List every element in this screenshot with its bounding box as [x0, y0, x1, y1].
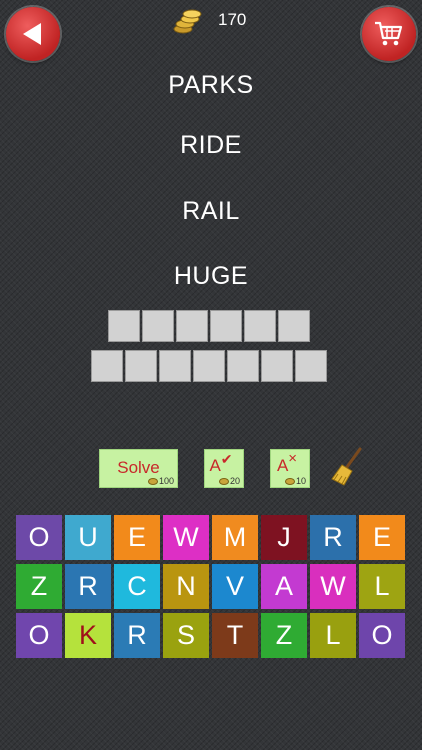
back-button[interactable]	[6, 7, 60, 61]
answer-slot[interactable]	[278, 310, 310, 342]
answer-slot[interactable]	[125, 350, 157, 382]
letter-tile-a[interactable]: A	[261, 564, 307, 609]
letter-tile-m[interactable]: M	[212, 515, 258, 560]
answer-slot[interactable]	[227, 350, 259, 382]
letter-tile-o[interactable]: O	[16, 613, 62, 658]
answer-slot[interactable]	[91, 350, 123, 382]
answer-slot[interactable]	[108, 310, 140, 342]
letter-tile-k[interactable]: K	[65, 613, 111, 658]
letter-tile-c[interactable]: C	[114, 564, 160, 609]
letter-tile-r[interactable]: R	[310, 515, 356, 560]
letter-tile-r[interactable]: R	[65, 564, 111, 609]
clue-word-4: HUGE	[173, 262, 249, 290]
answer-slot[interactable]	[159, 350, 191, 382]
coin-balance: 170	[218, 10, 247, 29]
letter-tile-o[interactable]: O	[359, 613, 405, 658]
solve-cost: 100	[147, 476, 174, 486]
reveal-letter-icon: A✔	[209, 451, 233, 475]
letter-tile-l[interactable]: L	[359, 564, 405, 609]
answer-slot[interactable]	[176, 310, 208, 342]
letter-tile-j[interactable]: J	[261, 515, 307, 560]
clue-word-1: PARKS	[168, 71, 254, 99]
letter-tile-v[interactable]: V	[212, 564, 258, 609]
letter-tile-u[interactable]: U	[65, 515, 111, 560]
answer-slot[interactable]	[193, 350, 225, 382]
clue-word-2: RIDE	[180, 131, 242, 159]
letter-tile-e[interactable]: E	[114, 515, 160, 560]
letter-tile-n[interactable]: N	[163, 564, 209, 609]
remove-letters-button[interactable]: A× 10	[270, 449, 310, 488]
reveal-cost: 20	[218, 476, 240, 486]
solve-label: Solve	[117, 458, 160, 477]
answer-slot[interactable]	[244, 310, 276, 342]
letter-tile-e[interactable]: E	[359, 515, 405, 560]
coin-icon	[147, 478, 158, 486]
answer-slot[interactable]	[210, 310, 242, 342]
letter-tile-r[interactable]: R	[114, 613, 160, 658]
answer-slot[interactable]	[142, 310, 174, 342]
shop-button[interactable]	[362, 7, 416, 61]
gold-coins-icon	[173, 9, 202, 34]
coin-icon	[218, 478, 229, 486]
remove-cost: 10	[284, 476, 306, 486]
letter-tile-w[interactable]: W	[163, 515, 209, 560]
letter-tile-t[interactable]: T	[212, 613, 258, 658]
letter-tile-l[interactable]: L	[310, 613, 356, 658]
letter-tile-o[interactable]: O	[16, 515, 62, 560]
back-arrow-icon	[23, 23, 41, 45]
answer-slot[interactable]	[295, 350, 327, 382]
clue-word-3: RAIL	[182, 197, 240, 225]
solve-button[interactable]: Solve 100	[99, 449, 178, 488]
coin-icon	[284, 478, 295, 486]
reveal-letter-button[interactable]: A✔ 20	[204, 449, 244, 488]
letter-tile-w[interactable]: W	[310, 564, 356, 609]
shopping-cart-icon	[375, 21, 403, 46]
letter-tile-s[interactable]: S	[163, 613, 209, 658]
letter-tile-z[interactable]: Z	[16, 564, 62, 609]
letter-tile-z[interactable]: Z	[261, 613, 307, 658]
remove-letters-icon: A×	[276, 450, 298, 475]
answer-slot[interactable]	[261, 350, 293, 382]
broom-icon[interactable]	[330, 447, 364, 487]
